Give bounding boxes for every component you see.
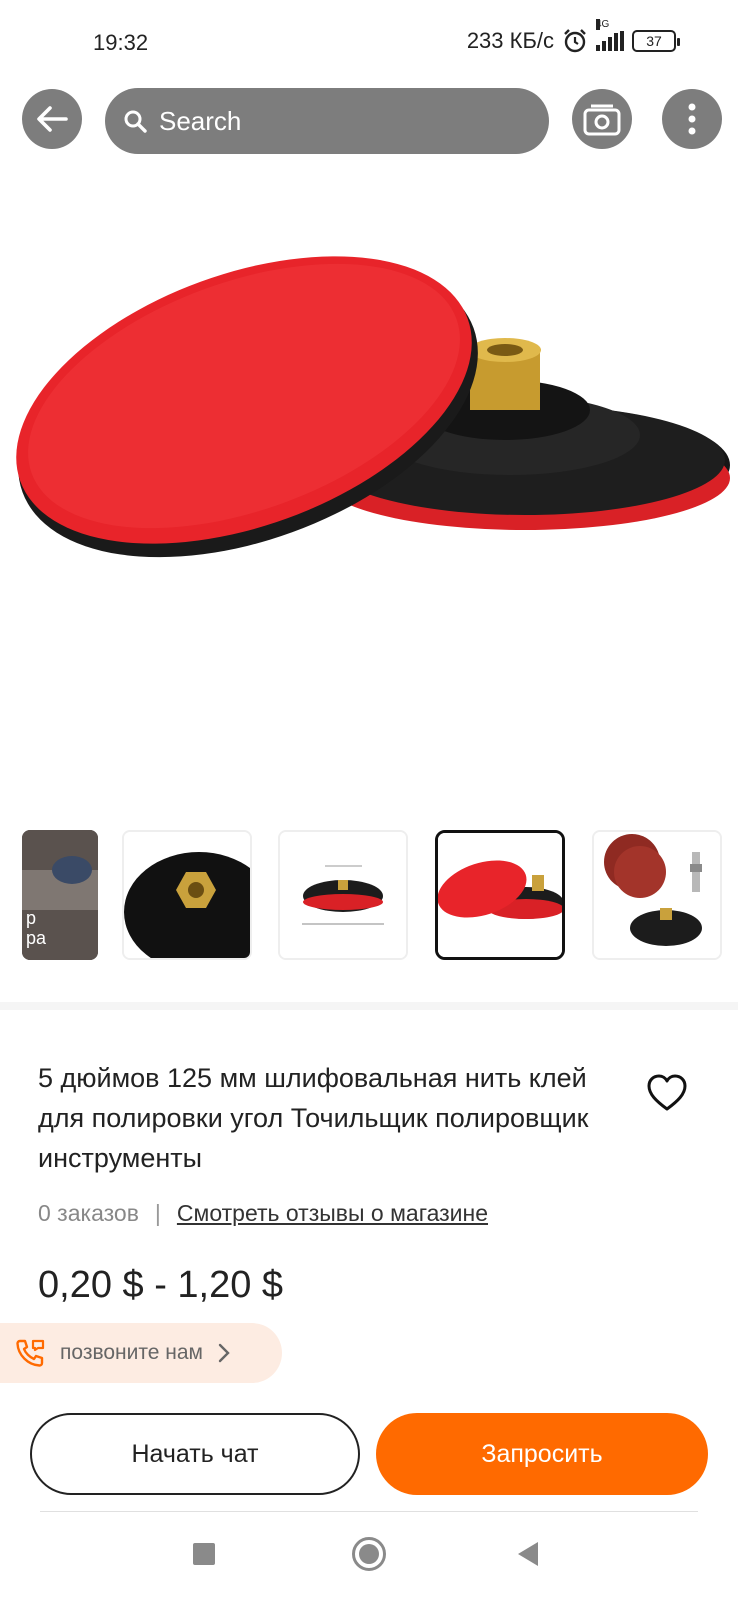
search-placeholder: Search — [159, 105, 242, 136]
alarm-icon — [564, 29, 586, 53]
search-icon — [124, 110, 147, 133]
search-input[interactable]: Search — [105, 88, 549, 154]
camera-search-button[interactable] — [572, 89, 632, 149]
camera-icon — [583, 104, 621, 136]
recent-apps-button[interactable] — [193, 1543, 215, 1565]
top-nav: Search — [0, 86, 738, 156]
signal-icon: 4G — [596, 19, 624, 51]
pad-diagram-image — [280, 832, 406, 958]
pad-red-image — [438, 833, 562, 957]
home-button[interactable] — [352, 1537, 386, 1571]
polishing-pad-image — [16, 256, 730, 558]
call-us-button[interactable]: позвоните нам — [0, 1323, 282, 1383]
thumbnail-4[interactable] — [435, 830, 565, 960]
pad-back-image — [124, 832, 250, 958]
status-indicators: 233 КБ/с 4G 37 — [466, 19, 680, 54]
call-us-label: позвоните нам — [60, 1341, 203, 1364]
request-quote-button[interactable]: Запросить — [376, 1413, 708, 1495]
bottom-divider — [40, 1511, 698, 1512]
start-chat-button[interactable]: Начать чат — [30, 1413, 360, 1495]
status-time: 19:32 — [93, 30, 149, 55]
thumbnail-2[interactable] — [122, 830, 252, 960]
back-button[interactable] — [22, 89, 82, 149]
more-vertical-icon — [688, 103, 696, 135]
battery-icon: 37 — [632, 30, 680, 52]
price-range: 0,20 $ - 1,20 $ — [38, 1264, 284, 1306]
phone-call-icon — [16, 1339, 45, 1367]
pad-kit-image — [594, 832, 720, 958]
thumbnail-1[interactable]: р ра — [22, 830, 98, 960]
thumbnail-5[interactable] — [592, 830, 722, 960]
meta-separator: | — [154, 1200, 161, 1226]
back-arrow-icon — [37, 106, 68, 132]
product-title: 5 дюймов 125 мм шлифовальная нить клей д… — [38, 1063, 589, 1173]
system-nav-bar — [0, 1520, 738, 1600]
system-back-button[interactable] — [518, 1542, 538, 1566]
thumbnail-1-caption: р ра — [26, 908, 47, 948]
product-image[interactable] — [0, 160, 738, 790]
battery-level: 37 — [646, 33, 662, 49]
more-options-button[interactable] — [662, 89, 722, 149]
section-divider — [0, 1002, 738, 1010]
status-bar: 19:32 233 КБ/с 4G 37 — [0, 0, 738, 84]
favorite-heart-icon[interactable] — [646, 1073, 688, 1113]
store-reviews-link[interactable]: Смотреть отзывы о магазине — [177, 1200, 488, 1227]
orders-count: 0 заказов — [38, 1200, 139, 1226]
network-speed: 233 КБ/с — [466, 28, 554, 53]
chevron-right-icon — [218, 1343, 230, 1363]
thumbnail-strip: р ра — [0, 830, 738, 962]
product-meta: 0 заказов | Смотреть отзывы о магазине — [38, 1200, 488, 1227]
network-type: 4G — [596, 19, 610, 30]
thumbnail-3[interactable] — [278, 830, 408, 960]
